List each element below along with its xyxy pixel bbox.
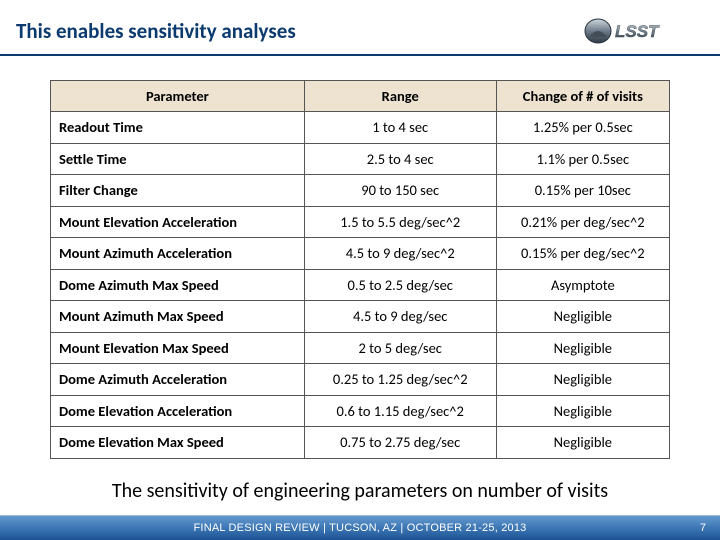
table-header-row: Parameter Range Change of # of visits bbox=[51, 81, 670, 112]
cell-change: 0.15% per 10sec bbox=[496, 175, 669, 206]
cell-parameter: Dome Elevation Acceleration bbox=[51, 395, 305, 426]
cell-change: 0.15% per deg/sec^2 bbox=[496, 238, 669, 269]
cell-range: 2.5 to 4 sec bbox=[304, 143, 496, 174]
cell-change: Negligible bbox=[496, 395, 669, 426]
footer-divider bbox=[0, 515, 720, 516]
table-row: Dome Azimuth Max Speed0.5 to 2.5 deg/sec… bbox=[51, 269, 670, 300]
cell-parameter: Mount Azimuth Acceleration bbox=[51, 238, 305, 269]
table-row: Readout Time1 to 4 sec1.25% per 0.5sec bbox=[51, 112, 670, 143]
cell-parameter: Dome Elevation Max Speed bbox=[51, 427, 305, 458]
cell-range: 0.5 to 2.5 deg/sec bbox=[304, 269, 496, 300]
cell-range: 4.5 to 9 deg/sec bbox=[304, 301, 496, 332]
slide-title: This enables sensitivity analyses bbox=[16, 18, 296, 44]
cell-change: 0.21% per deg/sec^2 bbox=[496, 206, 669, 237]
cell-range: 1.5 to 5.5 deg/sec^2 bbox=[304, 206, 496, 237]
cell-change: Negligible bbox=[496, 332, 669, 363]
footer-text: FINAL DESIGN REVIEW | TUCSON, AZ | OCTOB… bbox=[194, 522, 527, 534]
slide-header: This enables sensitivity analyses LSST bbox=[0, 0, 720, 56]
cell-parameter: Settle Time bbox=[51, 143, 305, 174]
sensitivity-table: Parameter Range Change of # of visits Re… bbox=[50, 80, 670, 459]
cell-change: Negligible bbox=[496, 427, 669, 458]
cell-range: 2 to 5 deg/sec bbox=[304, 332, 496, 363]
table-row: Mount Azimuth Acceleration4.5 to 9 deg/s… bbox=[51, 238, 670, 269]
cell-parameter: Readout Time bbox=[51, 112, 305, 143]
table-row: Filter Change90 to 150 sec0.15% per 10se… bbox=[51, 175, 670, 206]
cell-change: Negligible bbox=[496, 364, 669, 395]
page-number: 7 bbox=[700, 522, 706, 534]
table-row: Mount Elevation Max Speed2 to 5 deg/secN… bbox=[51, 332, 670, 363]
cell-range: 1 to 4 sec bbox=[304, 112, 496, 143]
cell-parameter: Dome Azimuth Acceleration bbox=[51, 364, 305, 395]
header-range: Range bbox=[304, 81, 496, 112]
cell-range: 90 to 150 sec bbox=[304, 175, 496, 206]
table-row: Dome Azimuth Acceleration0.25 to 1.25 de… bbox=[51, 364, 670, 395]
table-row: Dome Elevation Acceleration0.6 to 1.15 d… bbox=[51, 395, 670, 426]
cell-change: Asymptote bbox=[496, 269, 669, 300]
cell-parameter: Mount Azimuth Max Speed bbox=[51, 301, 305, 332]
cell-change: 1.1% per 0.5sec bbox=[496, 143, 669, 174]
cell-range: 0.6 to 1.15 deg/sec^2 bbox=[304, 395, 496, 426]
cell-range: 4.5 to 9 deg/sec^2 bbox=[304, 238, 496, 269]
cell-range: 0.75 to 2.75 deg/sec bbox=[304, 427, 496, 458]
slide-caption: The sensitivity of engineering parameter… bbox=[0, 469, 720, 503]
cell-parameter: Dome Azimuth Max Speed bbox=[51, 269, 305, 300]
cell-parameter: Mount Elevation Max Speed bbox=[51, 332, 305, 363]
table-row: Dome Elevation Max Speed0.75 to 2.75 deg… bbox=[51, 427, 670, 458]
cell-parameter: Filter Change bbox=[51, 175, 305, 206]
slide-footer: FINAL DESIGN REVIEW | TUCSON, AZ | OCTOB… bbox=[0, 516, 720, 540]
header-parameter: Parameter bbox=[51, 81, 305, 112]
lsst-logo: LSST bbox=[584, 14, 704, 48]
table-row: Mount Elevation Acceleration1.5 to 5.5 d… bbox=[51, 206, 670, 237]
cell-change: 1.25% per 0.5sec bbox=[496, 112, 669, 143]
cell-range: 0.25 to 1.25 deg/sec^2 bbox=[304, 364, 496, 395]
lsst-logo-icon: LSST bbox=[584, 14, 704, 48]
table-row: Settle Time2.5 to 4 sec1.1% per 0.5sec bbox=[51, 143, 670, 174]
table-container: Parameter Range Change of # of visits Re… bbox=[0, 56, 720, 469]
table-row: Mount Azimuth Max Speed4.5 to 9 deg/secN… bbox=[51, 301, 670, 332]
header-change: Change of # of visits bbox=[496, 81, 669, 112]
cell-change: Negligible bbox=[496, 301, 669, 332]
cell-parameter: Mount Elevation Acceleration bbox=[51, 206, 305, 237]
svg-text:LSST: LSST bbox=[615, 22, 660, 41]
